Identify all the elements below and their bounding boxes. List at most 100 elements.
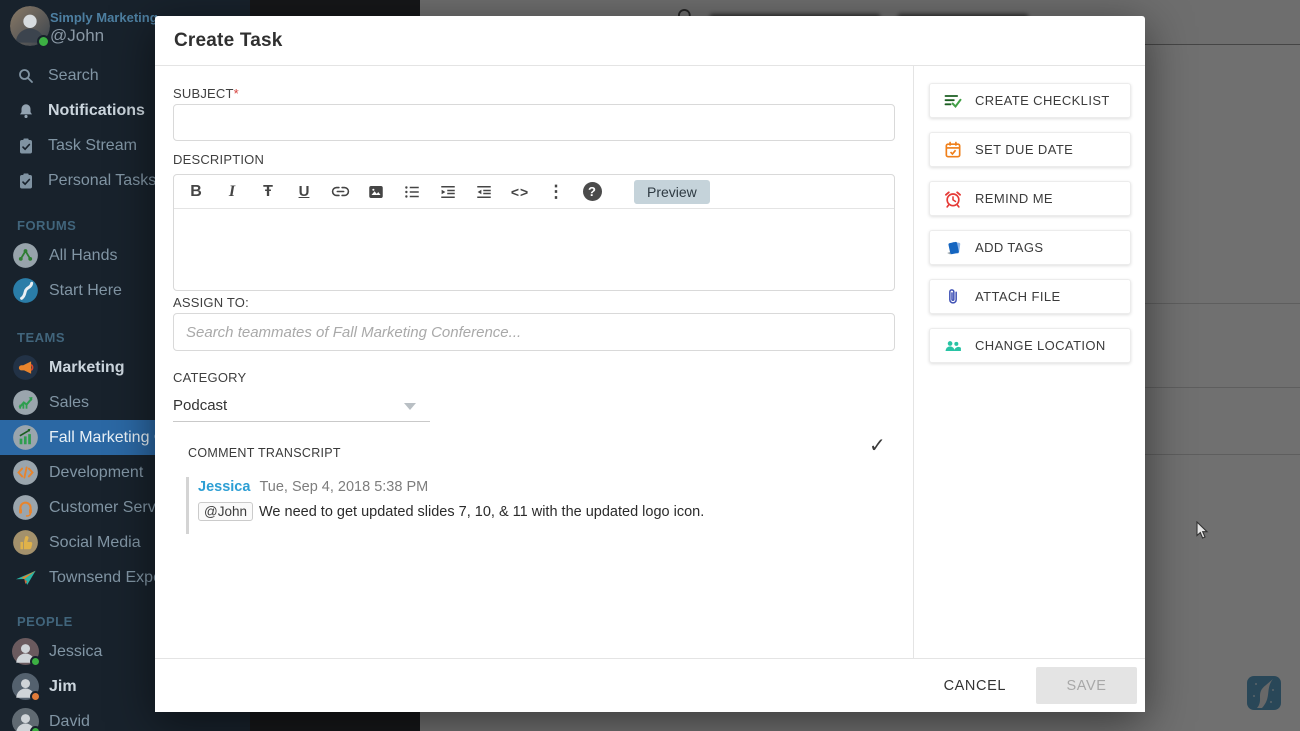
task-actions: CREATE CHECKLIST SET DUE DATE REMIND ME …: [929, 83, 1131, 363]
action-label: ADD TAGS: [975, 240, 1043, 255]
checklist-icon: [943, 91, 963, 111]
search-icon: [17, 67, 35, 85]
sidebar-item-label: Townsend Expo: [49, 569, 162, 587]
action-label: REMIND ME: [975, 191, 1053, 206]
sidebar-item-label: Notifications: [48, 102, 145, 120]
bold-button[interactable]: B: [178, 177, 214, 207]
action-label: CREATE CHECKLIST: [975, 93, 1110, 108]
cancel-button[interactable]: CANCEL: [942, 670, 1008, 702]
attach-file-button[interactable]: ATTACH FILE: [929, 279, 1131, 314]
indent-icon: [439, 183, 457, 201]
bulleted-list-button[interactable]: [394, 177, 430, 207]
action-label: SET DUE DATE: [975, 142, 1073, 157]
code-button[interactable]: <>: [502, 177, 538, 207]
quote-bar: [186, 477, 189, 534]
help-icon: ?: [583, 182, 602, 201]
paperclip-icon: [943, 287, 963, 307]
sidebar-item-label: Start Here: [49, 282, 122, 300]
comment-message: We need to get updated slides 7, 10, & 1…: [259, 504, 704, 520]
subject-label: SUBJECT*: [173, 86, 239, 101]
strikethrough-icon: Ŧ: [263, 183, 273, 201]
calendar-check-icon: [943, 140, 963, 160]
code-icon: [12, 459, 39, 486]
sidebar-item-label: Search: [48, 67, 99, 85]
sidebar-item-label: Jim: [49, 678, 77, 696]
avatar: [12, 638, 39, 665]
sidebar-item-label: Development: [49, 464, 143, 482]
mention-chip[interactable]: @John: [198, 502, 253, 521]
tags-icon: [943, 238, 963, 258]
preview-button[interactable]: Preview: [634, 180, 710, 204]
status-indicator: [30, 726, 41, 731]
comment-author-link[interactable]: Jessica: [198, 479, 250, 495]
save-button[interactable]: SAVE: [1036, 667, 1137, 704]
modal-header: Create Task: [155, 16, 1145, 66]
avatar: [12, 673, 39, 700]
sidebar-item-label: Task Stream: [48, 137, 137, 155]
user-handle: @John: [50, 26, 104, 46]
more-button[interactable]: ⋮: [538, 177, 574, 207]
paper-plane-icon: [12, 564, 39, 591]
outdent-button[interactable]: [466, 177, 502, 207]
create-task-modal: Create Task SUBJECT* DESCRIPTION B I Ŧ U…: [155, 16, 1145, 712]
image-icon: [367, 183, 385, 201]
start-here-icon: [12, 277, 39, 304]
description-label: DESCRIPTION: [173, 152, 264, 167]
comment-timestamp: Tue, Sep 4, 2018 5:38 PM: [259, 479, 428, 495]
indent-button[interactable]: [430, 177, 466, 207]
action-label: CHANGE LOCATION: [975, 338, 1106, 353]
comment-transcript-heading: COMMENT TRANSCRIPT: [188, 446, 341, 460]
all-hands-icon: [12, 242, 39, 269]
category-label: CATEGORY: [173, 370, 246, 385]
comment-body: @John We need to get updated slides 7, 1…: [198, 502, 704, 521]
add-tags-button[interactable]: ADD TAGS: [929, 230, 1131, 265]
alarm-clock-icon: [943, 189, 963, 209]
mouse-cursor: [1196, 521, 1209, 540]
sidebar-item-label: Jessica: [49, 643, 102, 661]
sidebar-item-label: Social Media: [49, 534, 141, 552]
description-input[interactable]: [174, 209, 894, 291]
assign-to-label: ASSIGN TO:: [173, 295, 249, 310]
required-mark: *: [234, 86, 239, 101]
status-indicator: [30, 691, 41, 702]
status-indicator: [30, 656, 41, 667]
workspace-name: Simply Marketing: [50, 10, 158, 25]
category-select[interactable]: Podcast: [173, 390, 430, 422]
chevron-down-icon: [404, 403, 416, 410]
thumb-up-icon: [12, 529, 39, 556]
remind-me-button[interactable]: REMIND ME: [929, 181, 1131, 216]
italic-icon: I: [229, 183, 235, 201]
category-value: Podcast: [173, 397, 227, 414]
people-icon: [943, 336, 963, 356]
check-icon[interactable]: ✓: [869, 433, 886, 458]
more-icon: ⋮: [548, 182, 565, 202]
set-due-date-button[interactable]: SET DUE DATE: [929, 132, 1131, 167]
italic-button[interactable]: I: [214, 177, 250, 207]
outdent-icon: [475, 183, 493, 201]
strikethrough-button[interactable]: Ŧ: [250, 177, 286, 207]
bulleted-list-icon: [403, 183, 421, 201]
link-button[interactable]: [322, 177, 358, 207]
megaphone-icon: [12, 354, 39, 381]
sidebar-item-label: Marketing: [49, 359, 125, 377]
editor-toolbar: B I Ŧ U <> ⋮ ? Preview: [174, 175, 894, 209]
code-icon: <>: [511, 184, 529, 200]
sidebar-item-label: David: [49, 713, 90, 731]
description-editor: B I Ŧ U <> ⋮ ? Preview: [173, 174, 895, 291]
help-button[interactable]: ?: [574, 177, 610, 207]
assign-to-input[interactable]: [173, 313, 895, 351]
column-divider: [913, 66, 914, 658]
modal-title: Create Task: [174, 30, 283, 52]
comment-meta: Jessica Tue, Sep 4, 2018 5:38 PM: [198, 479, 428, 495]
status-indicator: [37, 35, 50, 48]
sales-chart-icon: [12, 389, 39, 416]
sidebar-item-label: All Hands: [49, 247, 117, 265]
image-button[interactable]: [358, 177, 394, 207]
create-checklist-button[interactable]: CREATE CHECKLIST: [929, 83, 1131, 118]
change-location-button[interactable]: CHANGE LOCATION: [929, 328, 1131, 363]
bell-icon: [17, 102, 35, 120]
underline-button[interactable]: U: [286, 177, 322, 207]
avatar: [12, 708, 39, 731]
subject-input[interactable]: [173, 104, 895, 141]
underline-icon: U: [299, 183, 310, 200]
